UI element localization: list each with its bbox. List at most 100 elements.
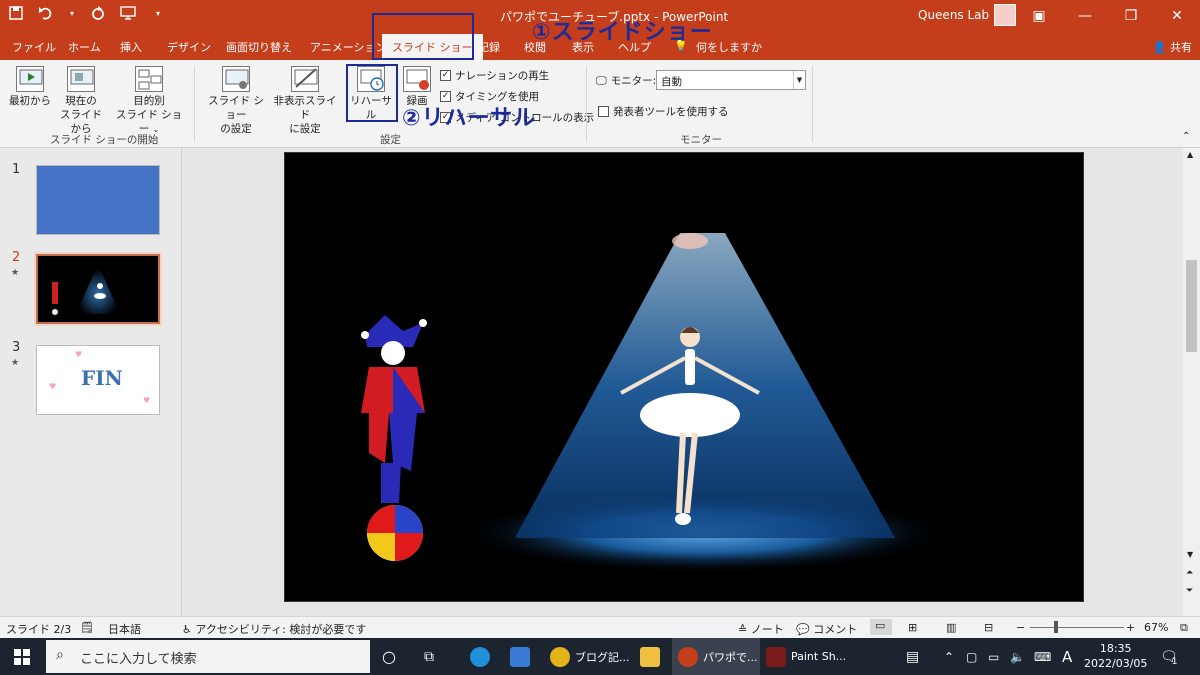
cortana-icon[interactable]: ○ <box>382 638 396 675</box>
thumbnail-number: 1 <box>12 162 21 177</box>
task-view-icon[interactable]: ⧉ <box>424 638 434 675</box>
from-current-button[interactable]: 現在の スライドから <box>56 66 106 136</box>
hide-slide-button[interactable]: 非表示スライド に設定 <box>270 66 340 136</box>
show-hidden-icons-icon[interactable]: ⌃ <box>944 638 954 675</box>
share-button[interactable]: 👤 共有 <box>1153 39 1192 55</box>
ribbon-display-icon[interactable]: ▣ <box>1016 0 1062 32</box>
scroll-up-icon[interactable]: ▲ <box>1187 150 1193 159</box>
user-name[interactable]: Queens Lab <box>918 8 989 22</box>
tab-design[interactable]: デザイン <box>167 39 211 55</box>
zoom-out-icon[interactable]: − <box>1016 621 1025 634</box>
spotlight-lamp <box>672 233 708 249</box>
beach-ball <box>367 505 423 561</box>
slide-thumbnail-1[interactable] <box>36 165 160 235</box>
notification-icon[interactable]: 🗨 1 <box>1160 638 1178 675</box>
save-icon[interactable] <box>8 6 24 22</box>
scroll-down-icon[interactable]: ▼ <box>1187 550 1193 559</box>
next-slide-icon[interactable]: ⏷ <box>1186 586 1193 596</box>
monitor-label: 🖵 モニター: <box>596 73 657 88</box>
customize-qat-icon[interactable]: ▾ <box>150 6 166 22</box>
tab-insert[interactable]: 挿入 <box>120 39 142 55</box>
zoom-slider[interactable] <box>1030 627 1124 628</box>
ime-indicator[interactable]: A <box>1062 638 1072 675</box>
undo-dropdown-icon[interactable]: ▾ <box>68 6 76 22</box>
volume-icon[interactable]: 🔈 <box>1010 638 1025 675</box>
taskbar-search-input[interactable]: ⌕ ここに入力して検索 <box>46 640 370 673</box>
accessibility-status[interactable]: ♿ アクセシビリティ: 検討が必要です <box>182 621 366 637</box>
chrome-icon <box>550 646 570 667</box>
scrollbar-thumb[interactable] <box>1186 260 1197 352</box>
custom-slideshow-button[interactable]: 目的別 スライド ショー ⌄ <box>112 66 186 137</box>
custom-show-icon <box>135 66 163 92</box>
vertical-scrollbar[interactable]: ▲ ▼ ⏶ ⏷ <box>1183 148 1200 616</box>
slideshow-view-button[interactable]: ⊟ <box>984 621 993 634</box>
current-slide[interactable] <box>284 152 1084 602</box>
zoom-level[interactable]: 67% <box>1144 621 1168 634</box>
monitor-select[interactable]: 自動 ▼ <box>656 70 806 90</box>
slideshow-view-icon: ⊟ <box>984 621 994 634</box>
setup-slideshow-button[interactable]: スライド ショー の設定 <box>204 66 268 136</box>
checkbox-unchecked-icon <box>598 106 609 117</box>
slide-thumbnail-3[interactable]: FIN ♥ ♥ ♥ <box>36 345 160 415</box>
language-status[interactable]: 日本語 <box>108 621 141 637</box>
restore-button[interactable]: ❐ <box>1108 0 1154 32</box>
zoom-slider-handle[interactable] <box>1054 621 1058 633</box>
comments-button[interactable]: 💬 コメント <box>796 621 857 637</box>
windows-start-icon[interactable] <box>14 638 30 675</box>
battery-icon[interactable]: ▭ <box>988 638 999 675</box>
close-button[interactable]: ✕ <box>1154 0 1200 32</box>
tab-record[interactable]: 記録 <box>478 39 500 55</box>
hide-slide-icon <box>291 66 319 92</box>
tab-transitions[interactable]: 画面切り替え <box>226 39 292 55</box>
record-icon <box>403 66 431 92</box>
news-widget-icon[interactable]: ▤ <box>906 638 919 675</box>
taskbar-clock[interactable]: 18:35 2022/03/05 <box>1084 641 1147 671</box>
taskbar-paintshop[interactable]: Paint Sh... <box>766 638 846 675</box>
slide-sorter-button[interactable]: ⊞ <box>908 621 917 634</box>
normal-view-button[interactable]: ▭ <box>870 619 892 635</box>
paintshop-icon <box>766 646 786 667</box>
ribbon: 最初から 現在の スライドから 目的別 スライド ショー ⌄ スライド ショーの… <box>0 60 1200 148</box>
taskbar-powerpoint[interactable]: パワポで... <box>672 638 760 675</box>
edge-icon[interactable] <box>470 638 495 675</box>
meet-now-icon[interactable]: ▢ <box>966 638 977 675</box>
present-icon[interactable] <box>120 6 136 22</box>
fit-slide-icon[interactable]: ⧉ <box>1180 621 1188 635</box>
presenter-view-checkbox[interactable]: 発表者ツールを使用する <box>598 104 729 119</box>
checkbox-checked-icon: ✓ <box>440 70 451 81</box>
play-narrations-checkbox[interactable]: ✓ ナレーションの再生 <box>440 68 549 83</box>
chevron-down-icon[interactable]: ▼ <box>793 71 805 89</box>
animation-star-icon: ★ <box>11 358 20 368</box>
from-beginning-button[interactable]: 最初から <box>8 66 52 108</box>
undo-icon[interactable] <box>38 6 54 22</box>
notes-status-icon[interactable]: 🗒 <box>80 621 94 634</box>
keyboard-icon[interactable]: ⌨ <box>1034 638 1051 675</box>
tab-home[interactable]: ホーム <box>68 39 101 55</box>
thumbnail-fin-text: FIN <box>81 366 123 390</box>
accessibility-icon: ♿ <box>182 623 192 636</box>
play-from-start-icon <box>16 66 44 92</box>
window-controls: ▣ — ❐ ✕ <box>1016 0 1200 32</box>
previous-slide-icon[interactable]: ⏶ <box>1186 568 1193 578</box>
zoom-in-icon[interactable]: + <box>1126 621 1135 634</box>
avatar[interactable] <box>994 4 1016 26</box>
slide-thumbnail-2[interactable] <box>34 252 162 326</box>
group-divider <box>812 66 813 142</box>
heart-icon: ♥ <box>75 350 83 359</box>
taskbar-chrome[interactable]: ブログ記... <box>550 638 630 675</box>
file-explorer-icon[interactable] <box>640 638 665 675</box>
minimize-button[interactable]: — <box>1062 0 1108 32</box>
notes-button[interactable]: ≙ ノート <box>738 621 784 637</box>
play-from-current-icon <box>67 66 95 92</box>
thumbnail-number: 3 <box>12 340 21 355</box>
quick-access-toolbar: ▾ ▾ <box>8 6 166 22</box>
collapse-ribbon-icon[interactable]: ⌃ <box>1182 130 1190 144</box>
monitor-icon: 🖵 <box>596 73 607 87</box>
tab-file[interactable]: ファイル <box>12 39 56 55</box>
slide-thumbnails-pane: 1 2 ★ 3 ★ FIN ♥ ♥ ♥ <box>0 148 182 616</box>
store-icon[interactable] <box>510 638 535 675</box>
start-group-label: スライド ショーの開始 <box>50 134 159 146</box>
redo-icon[interactable] <box>90 6 106 22</box>
reading-view-icon: ▥ <box>946 621 957 634</box>
reading-view-button[interactable]: ▥ <box>946 621 956 634</box>
